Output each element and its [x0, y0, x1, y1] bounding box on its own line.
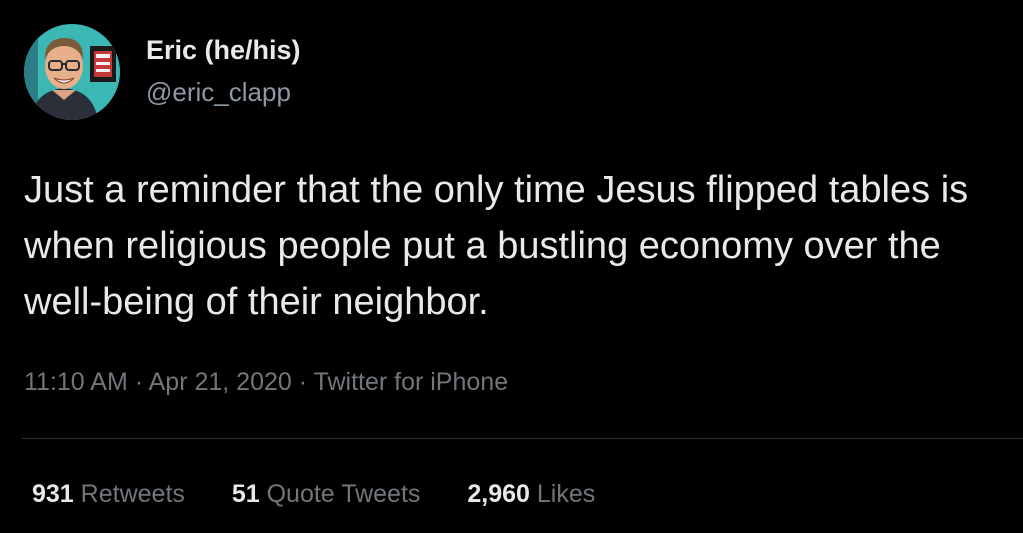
tweet-date[interactable]: Apr 21, 2020 — [149, 368, 292, 396]
retweets-count: 931 — [32, 480, 74, 508]
likes-count: 2,960 — [467, 480, 530, 508]
tweet-time[interactable]: 11:10 AM — [24, 368, 128, 396]
profile-photo-icon — [24, 24, 120, 120]
meta-separator: · — [127, 368, 149, 396]
likes-stat[interactable]: 2,960 Likes — [467, 478, 595, 510]
retweets-stat[interactable]: 931 Retweets — [32, 478, 185, 510]
display-name[interactable]: Eric (he/his) — [146, 34, 301, 66]
quote-tweets-label: Quote Tweets — [266, 480, 421, 508]
likes-label: Likes — [536, 480, 596, 508]
tweet-card: Eric (he/his) @eric_clapp Just a reminde… — [0, 0, 1023, 533]
author-info: Eric (he/his) @eric_clapp — [146, 34, 301, 108]
retweets-label: Retweets — [80, 480, 185, 508]
quote-tweets-count: 51 — [231, 480, 260, 508]
tweet-stats: 931 Retweets 51 Quote Tweets 2,960 Likes — [32, 478, 635, 510]
divider — [22, 438, 1023, 439]
quote-tweets-stat[interactable]: 51 Quote Tweets — [232, 478, 421, 510]
user-handle[interactable]: @eric_clapp — [146, 76, 301, 108]
tweet-text: Just a reminder that the only time Jesus… — [24, 169, 969, 323]
tweet-source[interactable]: Twitter for iPhone — [314, 368, 509, 396]
meta-separator: · — [291, 368, 314, 396]
tweet-metadata: 11:10 AM · Apr 21, 2020 · Twitter for iP… — [24, 366, 508, 398]
avatar[interactable] — [24, 24, 120, 120]
